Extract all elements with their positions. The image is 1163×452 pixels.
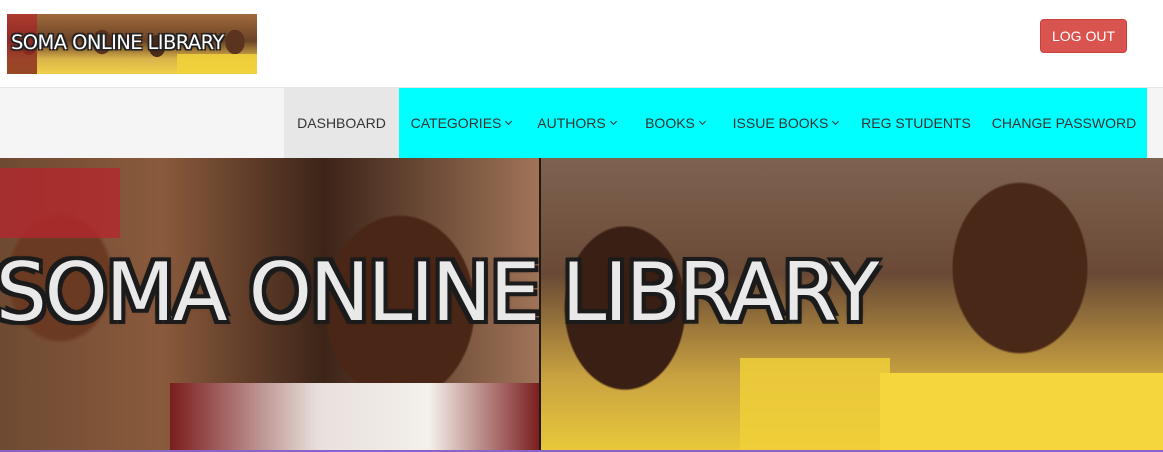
nav-item-label: BOOKS xyxy=(645,115,695,131)
nav-item-label: AUTHORS xyxy=(537,115,606,131)
chevron-down-icon xyxy=(609,117,617,126)
nav-item-books[interactable]: BOOKS xyxy=(630,88,720,158)
hero-banner: SOMA ONLINE LIBRARY xyxy=(0,158,1163,450)
nav-item-dashboard[interactable]: DASHBOARD xyxy=(284,88,399,158)
site-logo[interactable]: SOMA ONLINE LIBRARY xyxy=(7,14,257,74)
nav-item-reg-students[interactable]: REG STUDENTS xyxy=(851,88,981,158)
chevron-down-icon xyxy=(505,117,513,126)
main-navbar: DASHBOARD CATEGORIES AUTHORS BOOKS ISSUE… xyxy=(0,87,1163,158)
nav-item-label: CATEGORIES xyxy=(410,115,502,131)
logo-text: SOMA ONLINE LIBRARY xyxy=(11,31,224,54)
nav-item-label: ISSUE BOOKS xyxy=(732,115,829,131)
nav-item-issue-books[interactable]: ISSUE BOOKS xyxy=(720,88,851,158)
logo-photo-detail xyxy=(177,54,257,74)
nav-item-label: REG STUDENTS xyxy=(861,115,971,131)
nav-item-change-password[interactable]: CHANGE PASSWORD xyxy=(981,88,1147,158)
banner-photo-detail xyxy=(170,383,540,450)
banner-photo-detail xyxy=(740,358,890,450)
nav-item-label: CHANGE PASSWORD xyxy=(991,115,1137,131)
nav-item-label: DASHBOARD xyxy=(297,115,386,131)
chevron-down-icon xyxy=(698,117,706,126)
header: SOMA ONLINE LIBRARY LOG OUT xyxy=(0,0,1163,88)
chevron-down-icon xyxy=(832,117,840,126)
nav-item-categories[interactable]: CATEGORIES xyxy=(399,88,523,158)
banner-photo-detail xyxy=(0,168,120,238)
logout-button[interactable]: LOG OUT xyxy=(1040,19,1127,53)
navbar-edge xyxy=(1147,88,1163,158)
nav-item-authors[interactable]: AUTHORS xyxy=(523,88,630,158)
banner-title: SOMA ONLINE LIBRARY xyxy=(0,246,879,339)
banner-photo-detail xyxy=(880,373,1163,450)
